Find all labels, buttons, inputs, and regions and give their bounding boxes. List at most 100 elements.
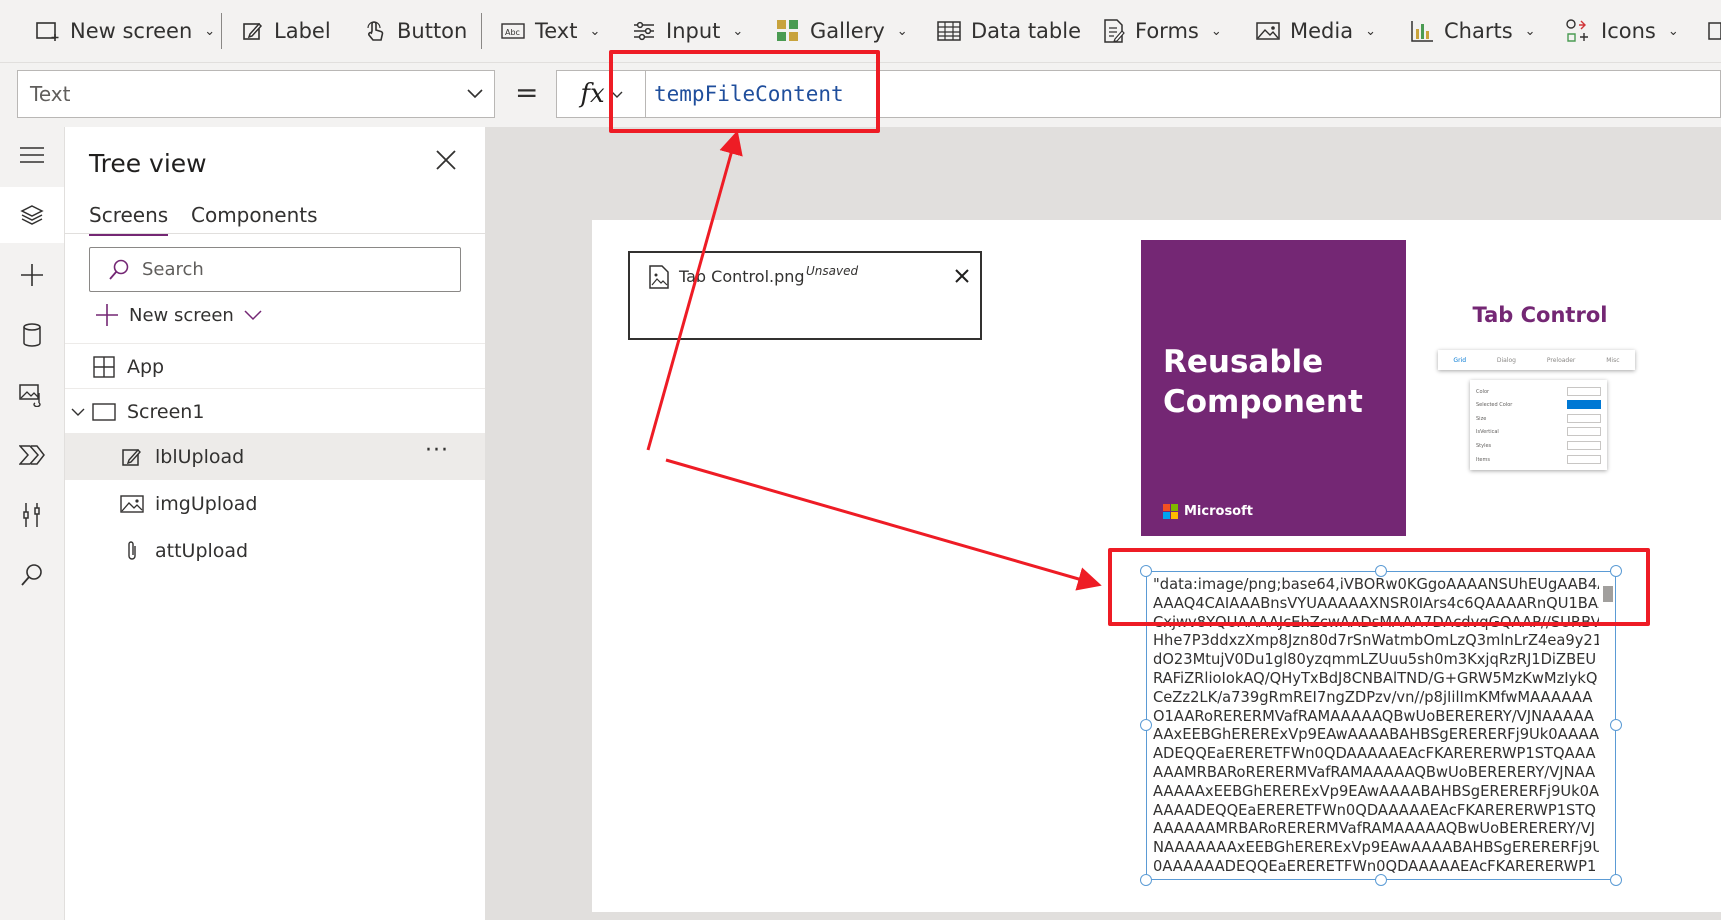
icons-menu[interactable]: Icons ⌄ (1565, 14, 1679, 48)
tab-control-preview-tabs: Grid Dialog Preloader Misc (1438, 350, 1635, 370)
gallery-menu[interactable]: Gallery ⌄ (776, 14, 908, 48)
new-screen-button[interactable]: New screen (95, 303, 262, 327)
tree-view-panel: Tree view Screens Components Search New … (65, 127, 486, 920)
resize-handle[interactable] (1610, 719, 1622, 731)
chevron-down-icon: ⌄ (589, 23, 601, 39)
overflow-icon (1708, 22, 1721, 40)
ribbon-divider (481, 13, 482, 49)
forms-label: Forms (1135, 19, 1199, 43)
insert-button[interactable] (0, 247, 64, 303)
tree-node-attupload[interactable]: attUpload (65, 527, 485, 574)
gallery-label: Gallery (810, 19, 885, 43)
database-icon (23, 323, 41, 347)
gallery-icon (777, 20, 798, 41)
input-icon (634, 21, 654, 41)
button-button[interactable]: Button (363, 14, 467, 48)
tree-node-label: attUpload (155, 539, 249, 562)
tab-components[interactable]: Components (191, 203, 318, 227)
tab-screens[interactable]: Screens (89, 203, 169, 236)
resize-handle[interactable] (1375, 874, 1387, 886)
chevron-down-icon (467, 89, 483, 99)
tree-view-button[interactable] (0, 187, 64, 243)
charts-menu[interactable]: Charts ⌄ (1410, 14, 1536, 48)
label-label: Label (274, 19, 331, 43)
uploaded-image-promo: Reusable Component Microsoft (1141, 240, 1406, 536)
tree-node-label: lblUpload (155, 446, 245, 468)
power-automate-icon (19, 445, 45, 465)
data-table-label: Data table (971, 19, 1082, 43)
chevron-down-icon[interactable] (69, 407, 87, 417)
input-label: Input (666, 19, 721, 43)
resize-handle[interactable] (1610, 874, 1622, 886)
preview-tab: Misc (1606, 356, 1620, 364)
tree-node-screen1[interactable]: Screen1 (65, 388, 485, 435)
close-icon[interactable] (435, 149, 457, 171)
text-menu[interactable]: Abc Text ⌄ (501, 14, 600, 48)
chevron-down-icon: ⌄ (1365, 23, 1376, 39)
more-options-icon[interactable]: ··· (425, 438, 449, 463)
promo-title: Reusable Component (1163, 344, 1363, 420)
chevron-down-icon: ⌄ (1210, 23, 1222, 39)
search-placeholder: Search (142, 259, 204, 280)
hamburger-button[interactable] (0, 127, 64, 183)
screen-icon (91, 403, 117, 421)
advanced-tools-button[interactable] (0, 487, 64, 543)
media-rail-button[interactable] (0, 367, 64, 423)
more-ribbon-icon[interactable] (1708, 14, 1721, 48)
text-label: Text (535, 19, 578, 43)
charts-label: Charts (1444, 19, 1513, 43)
data-table-icon (937, 21, 961, 41)
chevron-down-icon (244, 310, 262, 321)
layers-icon (20, 205, 44, 225)
media-label: Media (1290, 19, 1354, 43)
tree-node-label: Screen1 (127, 401, 205, 423)
chevron-down-icon: ⌄ (204, 23, 216, 39)
hamburger-icon (20, 147, 44, 163)
new-screen-icon (36, 22, 59, 41)
chevron-down-icon: ⌄ (1524, 23, 1536, 39)
microsoft-logo-icon (1163, 504, 1178, 519)
new-screen-menu[interactable]: New screen ⌄ (36, 14, 215, 48)
close-icon[interactable] (954, 268, 970, 284)
preview-row: Styles (1476, 440, 1601, 451)
charts-icon (1411, 21, 1433, 42)
search-icon (109, 259, 129, 280)
tree-node-label: App (127, 356, 165, 378)
tree-node-app[interactable]: App (65, 343, 485, 390)
media-menu[interactable]: Media ⌄ (1256, 14, 1376, 48)
input-menu[interactable]: Input ⌄ (632, 14, 743, 48)
button-icon (367, 21, 384, 41)
search-input[interactable]: Search (89, 247, 461, 292)
preview-row: IsVertical (1476, 426, 1601, 437)
tab-control-title: Tab Control (1472, 303, 1608, 327)
tree-node-label: imgUpload (155, 492, 258, 515)
forms-menu[interactable]: Forms ⌄ (1103, 14, 1222, 48)
attachment-control[interactable]: Tab Control.png Unsaved (628, 251, 982, 340)
resize-handle[interactable] (1140, 719, 1152, 731)
plus-icon (96, 304, 118, 326)
preview-tab: Preloader (1546, 356, 1576, 364)
property-dropdown[interactable]: Text (17, 70, 495, 118)
text-icon: Abc (501, 23, 525, 39)
icons-label: Icons (1601, 19, 1656, 43)
annotation-box-label (1108, 548, 1650, 626)
image-file-icon (649, 265, 669, 289)
resize-handle[interactable] (1140, 874, 1152, 886)
power-automate-button[interactable] (0, 427, 64, 483)
tree-view-title: Tree view (89, 149, 207, 178)
tree-node-imgupload[interactable]: imgUpload (65, 480, 485, 527)
tools-icon (23, 503, 40, 527)
data-table-button[interactable]: Data table (937, 14, 1081, 48)
tree-node-lblupload[interactable]: lblUpload ··· (65, 433, 485, 480)
data-button[interactable] (0, 307, 64, 363)
attachment-file-name[interactable]: Tab Control.png (679, 267, 805, 286)
button-label: Button (397, 19, 468, 43)
preview-tab: Grid (1453, 356, 1467, 364)
search-rail-button[interactable] (0, 547, 64, 603)
preview-tab: Dialog (1496, 356, 1516, 364)
microsoft-logo-text: Microsoft (1184, 504, 1253, 519)
label-icon (243, 22, 263, 40)
chevron-down-icon: ⌄ (896, 23, 908, 39)
label-button[interactable]: Label (242, 14, 331, 48)
media-rail-icon (19, 384, 41, 407)
